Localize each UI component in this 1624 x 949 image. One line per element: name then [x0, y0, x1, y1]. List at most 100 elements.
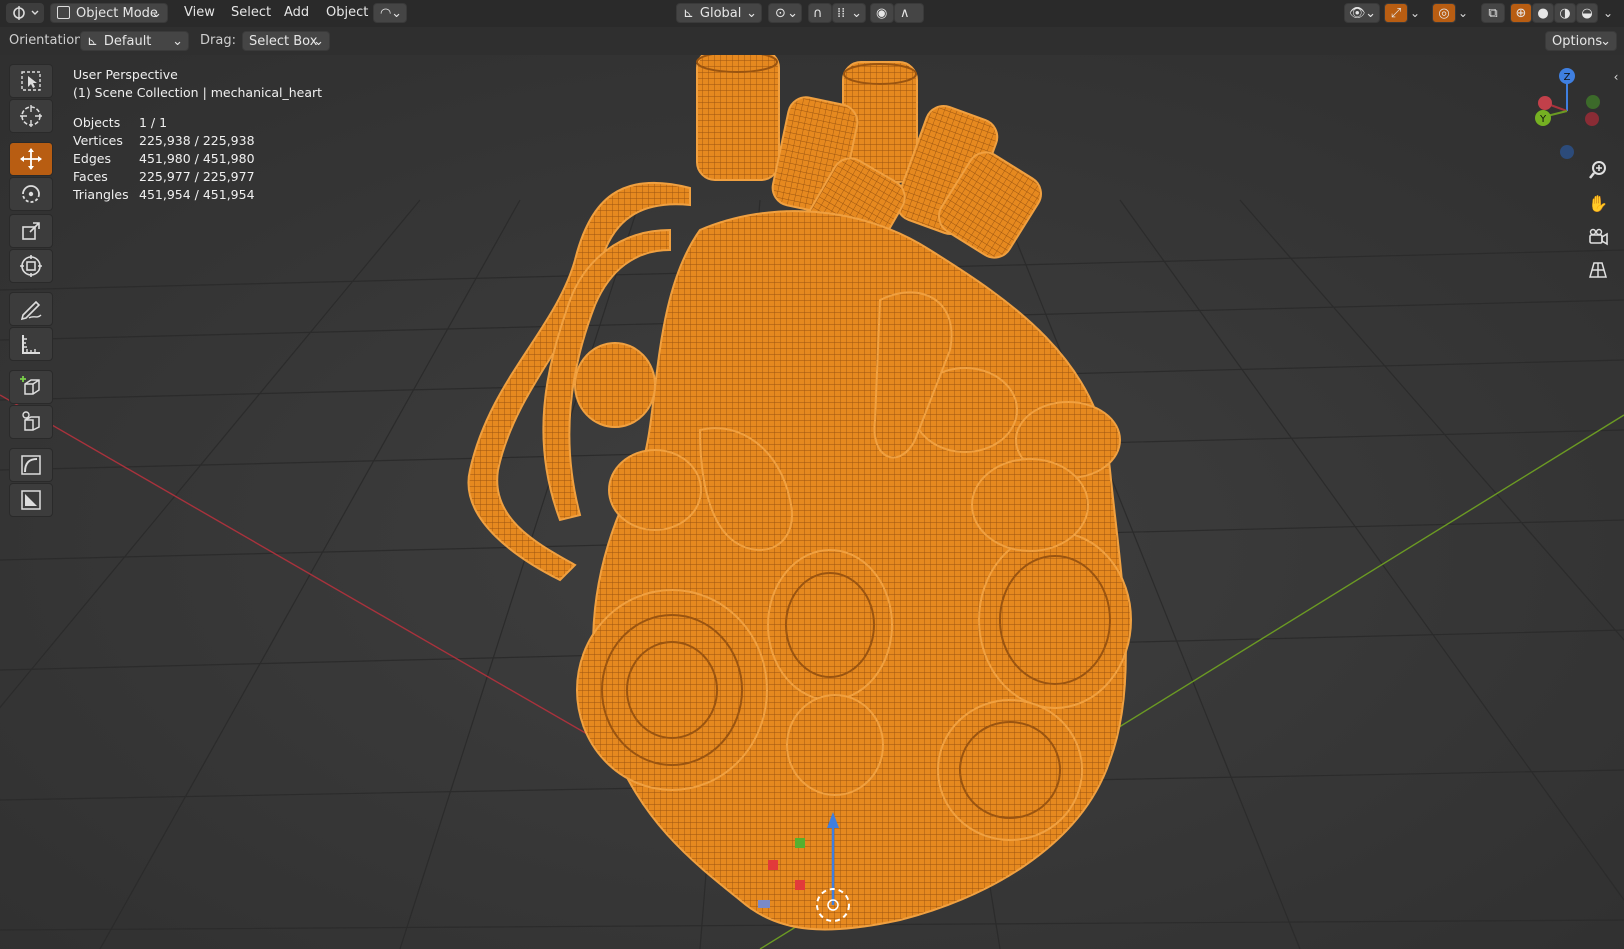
mode-dropdown[interactable]: Object Mode ⌄: [50, 3, 168, 23]
select-box-tool[interactable]: [9, 64, 53, 98]
orientation-icon: ⊾: [87, 34, 98, 49]
object-mode-icon: [57, 6, 70, 19]
stat-value: 225,977 / 225,977: [139, 169, 255, 184]
drag-label: Drag:: [200, 33, 236, 48]
chevron-down-icon: ⌄: [851, 6, 862, 21]
shading-solid[interactable]: ●: [1532, 3, 1554, 23]
visibility-dropdown[interactable]: 👁 ⌄: [1344, 3, 1380, 23]
chevron-down-icon[interactable]: ⌄: [1600, 3, 1616, 23]
wireframe-icon: ⊕: [1515, 6, 1527, 21]
gizmo-x-axis[interactable]: [1538, 96, 1552, 110]
chevron-down-icon: ⌄: [1600, 34, 1611, 49]
collapse-sidebar-icon[interactable]: ‹: [1610, 69, 1622, 85]
collection-label: (1) Scene Collection | mechanical_heart: [73, 85, 323, 100]
drag-dropdown[interactable]: Select Box ⌄: [242, 31, 330, 51]
annotate-tool[interactable]: [9, 292, 53, 326]
gizmo-neg-y-axis[interactable]: [1586, 95, 1600, 109]
overlays-toggle[interactable]: ◎: [1432, 3, 1456, 23]
shading-rendered[interactable]: ◒: [1576, 3, 1598, 23]
xray-icon: ⧉: [1488, 6, 1498, 21]
proportional-edit-toggle[interactable]: ◉: [870, 3, 894, 23]
orientation-icon: ⊾: [683, 6, 694, 21]
orientation-value: Default: [103, 34, 152, 49]
tool-settings-header: Orientation: ⊾ Default ⌄ Drag: Select Box ⌄…: [0, 27, 1624, 55]
pivot-icon: ⊙: [775, 6, 786, 21]
chevron-down-icon: ⌄: [313, 34, 324, 49]
shading-wireframe[interactable]: ⊕: [1510, 3, 1532, 23]
snap-target-dropdown[interactable]: ⁞⁞ ⌄: [832, 3, 866, 23]
transform-orientation-dropdown[interactable]: ⊾ Global ⌄: [676, 3, 762, 23]
stat-key: Vertices: [73, 133, 123, 148]
stat-row: Vertices 225,938 / 225,938: [73, 132, 322, 150]
pivot-dropdown[interactable]: ⊙ ⌄: [768, 3, 802, 23]
chevron-down-icon[interactable]: ⌄: [1456, 3, 1470, 23]
object-options-dropdown[interactable]: ◠ ⌄: [373, 3, 407, 23]
menu-select[interactable]: Select: [231, 3, 271, 23]
rendered-icon: ◒: [1581, 6, 1593, 21]
transform-tool[interactable]: [9, 249, 53, 283]
chevron-down-icon[interactable]: ⌄: [1408, 3, 1422, 23]
stat-key: Objects: [73, 115, 121, 130]
drag-value: Select Box: [249, 34, 318, 49]
material-icon: ◑: [1559, 6, 1571, 21]
camera-view-icon[interactable]: [1583, 222, 1613, 252]
options-label: Options: [1552, 34, 1603, 49]
stat-row: Objects 1 / 1: [73, 114, 322, 132]
perspective-label: User Perspective: [73, 67, 178, 82]
chevron-down-icon: ⌄: [787, 6, 798, 21]
menu-object[interactable]: Object: [326, 3, 368, 23]
shading-material[interactable]: ◑: [1554, 3, 1576, 23]
falloff-icon: ∧: [900, 6, 910, 21]
proportional-icon: ◉: [876, 6, 888, 21]
solid-sphere-icon: ●: [1537, 6, 1549, 21]
mode-label: Object Mode: [76, 6, 158, 21]
stat-value: 451,980 / 451,980: [139, 151, 255, 166]
cursor-tool[interactable]: [9, 99, 53, 133]
stat-row: Faces 225,977 / 225,977: [73, 168, 322, 186]
gizmo-icon: ⤢: [1390, 6, 1402, 21]
chevron-down-icon: ⌄: [1365, 6, 1376, 21]
editor-type-icon[interactable]: [6, 3, 44, 23]
viewport-header: Object Mode ⌄ View Select Add Object ◠ ⌄ ⊾…: [0, 0, 1624, 28]
zoom-icon[interactable]: [1583, 155, 1613, 185]
orientation-label: Orientation:: [9, 33, 87, 48]
orientation-dropdown[interactable]: ⊾ Default ⌄: [80, 31, 189, 51]
curve-tool[interactable]: [9, 448, 53, 482]
gizmo-toggle[interactable]: ⤢: [1384, 3, 1408, 23]
add-cube-tool[interactable]: [9, 370, 53, 404]
stat-value: 451,954 / 451,954: [139, 187, 255, 202]
measure-tool[interactable]: [9, 327, 53, 361]
chevron-down-icon: ⌄: [391, 6, 402, 21]
extrude-tool[interactable]: [9, 405, 53, 439]
stat-key: Edges: [73, 151, 111, 166]
menu-view[interactable]: View: [184, 3, 215, 23]
gizmo-neg-z-axis[interactable]: [1560, 145, 1574, 159]
stat-key: Triangles: [73, 187, 129, 202]
eye-icon: 👁: [1349, 6, 1366, 21]
perspective-grid-icon[interactable]: [1583, 255, 1613, 285]
chevron-down-icon: ⌄: [151, 6, 162, 21]
rotate-tool[interactable]: [9, 177, 53, 211]
pan-hand-icon[interactable]: ✋: [1583, 188, 1613, 218]
image-tool[interactable]: [9, 483, 53, 517]
move-tool[interactable]: [9, 142, 53, 176]
stat-row: Edges 451,980 / 451,980: [73, 150, 322, 168]
gizmo-neg-x-axis[interactable]: [1585, 112, 1599, 126]
menu-add[interactable]: Add: [284, 3, 309, 23]
navigation-gizmo[interactable]: Z Y: [1525, 65, 1615, 165]
3d-viewport[interactable]: User Perspective (1) Scene Collection | …: [0, 55, 1624, 949]
falloff-dropdown[interactable]: ∧: [894, 3, 924, 23]
stat-value: 1 / 1: [139, 115, 168, 130]
scale-tool[interactable]: [9, 214, 53, 248]
magnet-icon: ∩: [813, 6, 823, 21]
gizmo-z-label: Z: [1564, 72, 1571, 83]
options-dropdown[interactable]: Options ⌄: [1545, 31, 1617, 51]
chevron-down-icon: ⌄: [172, 34, 183, 49]
stat-row: Triangles 451,954 / 451,954: [73, 186, 322, 204]
curve-icon: ◠: [380, 6, 392, 21]
snap-toggle[interactable]: ∩: [808, 3, 832, 23]
stat-key: Faces: [73, 169, 108, 184]
xray-toggle[interactable]: ⧉: [1481, 3, 1505, 23]
viewport-stats-overlay: User Perspective (1) Scene Collection | …: [73, 66, 322, 204]
stat-value: 225,938 / 225,938: [139, 133, 255, 148]
